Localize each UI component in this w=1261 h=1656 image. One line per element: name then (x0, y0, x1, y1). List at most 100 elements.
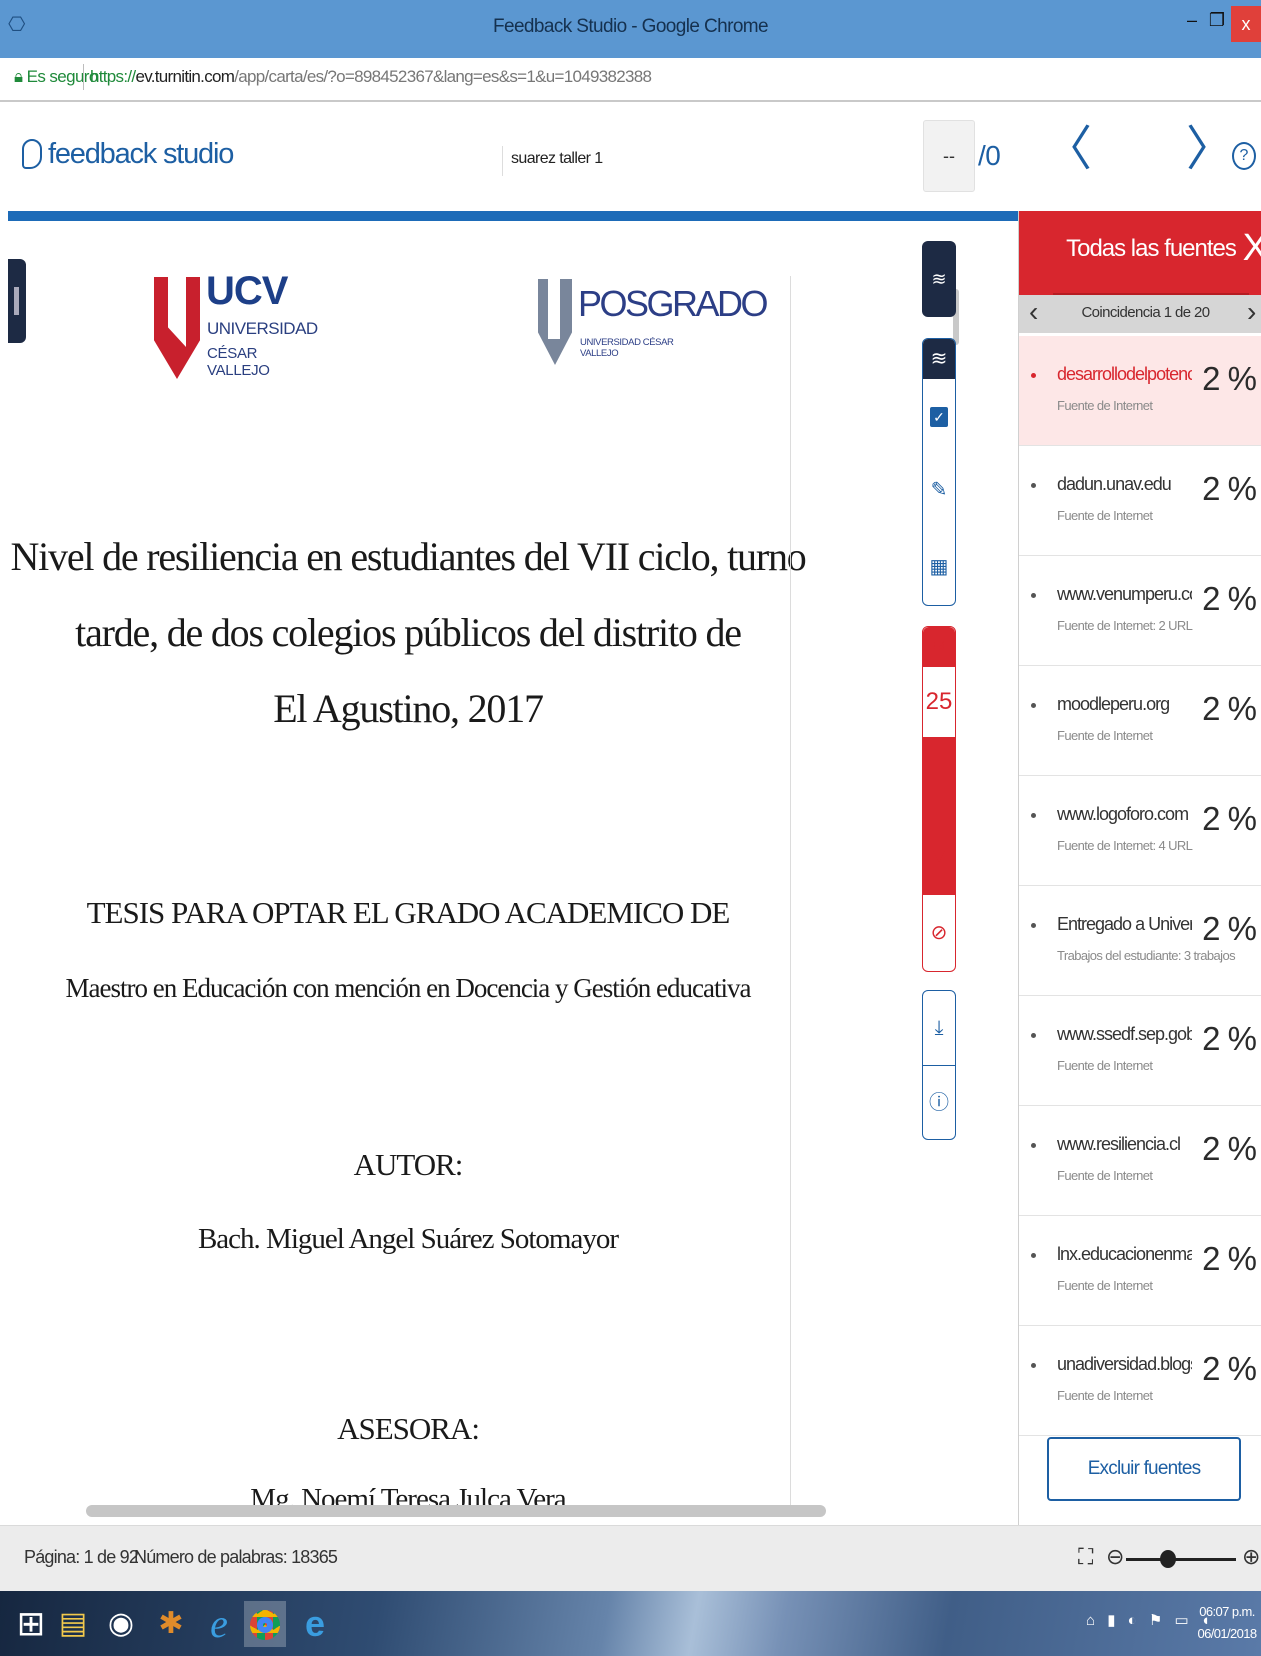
horizontal-scrollbar[interactable] (86, 1505, 826, 1517)
zoom-slider-track[interactable] (1126, 1558, 1236, 1561)
minimize-button[interactable]: – (1179, 10, 1205, 40)
source-kind: Trabajos del estudiante: 3 trabajos (1057, 948, 1236, 963)
source-item[interactable]: desarrollodelpotencial... Fuente de Inter… (1019, 336, 1261, 446)
source-item[interactable]: www.ssedf.sep.gob.mx Fuente de Internet 2 … (1019, 996, 1261, 1106)
source-percent: 2 % (1202, 580, 1257, 617)
side-drawer-handle[interactable] (8, 259, 26, 343)
grid-icon: ▦ (929, 556, 949, 578)
url-text[interactable]: https://ev.turnitin.com/app/carta/es/?o=… (90, 67, 652, 87)
similarity-score-button[interactable]: 25 (923, 667, 955, 737)
bullet-icon (1031, 373, 1036, 378)
source-item[interactable]: moodleperu.org Fuente de Internet 2 % (1019, 666, 1261, 776)
zoom-slider-handle[interactable] (1160, 1550, 1176, 1568)
camera-app-icon[interactable]: ◉ (100, 1601, 142, 1647)
similarity-score: 25 (925, 688, 953, 715)
page-edge (790, 276, 791, 1516)
match-next-chevron-icon[interactable]: › (1247, 297, 1256, 327)
exclude-sources-button[interactable]: Excluir fuentes (1047, 1437, 1241, 1501)
panel-header: Todas las fuentes X (1019, 211, 1261, 295)
source-item[interactable]: www.logoforo.com Fuente de Internet: 4 UR… (1019, 776, 1261, 886)
zoom-out-icon[interactable]: ⊖ (1106, 1544, 1124, 1570)
restore-button[interactable]: ❐ (1205, 10, 1229, 40)
match-overview-button[interactable]: ☰ (923, 737, 955, 817)
internet-explorer-icon[interactable]: e (198, 1601, 240, 1647)
source-item[interactable]: unadiversidad.blogspot... Fuente de Inter… (1019, 1326, 1261, 1436)
filter-button[interactable]: ▼ (923, 817, 955, 895)
posgrado-logo: POSGRADO UNIVERSIDAD CÉSAR VALLEJO (538, 279, 769, 375)
file-explorer-icon[interactable]: ▤ (52, 1601, 94, 1647)
grading-check-button[interactable]: ✓ (923, 379, 955, 453)
windows-taskbar: ⊞ ▤ ◉ ✱ e e ⌂ ▮ ◐ ⚑ ▭ ◖ 06:07 p.m. 06/01… (0, 1591, 1261, 1656)
degree-line-1: TESIS PARA OPTAR EL GRADO ACADEMICO DE (86, 895, 731, 930)
source-kind: Fuente de Internet (1057, 1168, 1153, 1183)
info-button[interactable]: ⓘ (923, 1065, 955, 1139)
source-item[interactable]: www.venumperu.com Fuente de Internet: 2 U… (1019, 556, 1261, 666)
similarity-layer-button[interactable]: ≋ (923, 627, 955, 667)
zoom-in-icon[interactable]: ⊕ (1242, 1544, 1260, 1570)
bullet-icon (1031, 593, 1036, 598)
layers-toolbar-button[interactable]: ≋ (922, 241, 956, 317)
author-name: Bach. Miguel Angel Suárez Sotomayor (197, 1223, 619, 1255)
address-bar[interactable]: 🔒︎ Es seguro https://ev.turnitin.com/app… (0, 58, 1261, 102)
thesis-title-line-3: El Agustino, 2017 (273, 686, 544, 731)
match-prev-chevron-icon[interactable]: ‹ (1029, 297, 1038, 327)
document-title: suarez taller 1 (502, 146, 603, 176)
windows-start-icon[interactable]: ⊞ (10, 1601, 52, 1647)
document-viewer[interactable]: UCV UNIVERSIDAD CÉSAR VALLEJO POSGRADO U… (8, 221, 964, 1525)
bullet-icon (1031, 1033, 1036, 1038)
exclude-icon: ⊘ (930, 922, 948, 944)
feedback-studio-logo[interactable]: feedback studio (22, 138, 234, 171)
source-kind: Fuente de Internet (1057, 508, 1153, 523)
bullet-icon (1031, 813, 1036, 818)
edit-comment-button[interactable]: ✎ (923, 453, 955, 527)
source-percent: 2 % (1202, 910, 1257, 947)
edit-icon: ✎ (930, 479, 948, 501)
info-icon: ⓘ (929, 1092, 949, 1114)
window-title: Feedback Studio - Google Chrome (492, 16, 769, 37)
sources-panel: Todas las fuentes X ‹ Coincidencia 1 de … (1018, 211, 1261, 1525)
url-path: /app/carta/es/?o=898452367&lang=es&s=1&u… (234, 67, 652, 86)
source-name: moodleperu.org (1057, 694, 1170, 714)
source-item[interactable]: www.resiliencia.cl Fuente de Internet 2 % (1019, 1106, 1261, 1216)
fit-to-page-icon[interactable]: ⛶ (1078, 1544, 1093, 1570)
match-counter: Coincidencia 1 de 20 (1081, 304, 1210, 321)
ucv-logo-line1: UNIVERSIDAD (207, 319, 318, 338)
thesis-title: Nivel de resiliencia en estudiantes del … (8, 519, 808, 747)
file-tool-group: ⤓ ⓘ (922, 990, 956, 1140)
page-number-input[interactable]: -- (923, 120, 975, 192)
ucv-logo: UCV UNIVERSIDAD CÉSAR VALLEJO (154, 269, 318, 387)
puzzle-app-icon[interactable]: ✱ (150, 1601, 192, 1647)
secure-indicator[interactable]: 🔒︎ Es seguro (14, 67, 98, 87)
source-percent: 2 % (1202, 800, 1257, 837)
download-button[interactable]: ⤓ (923, 991, 955, 1065)
filter-icon: ▼ (929, 845, 949, 867)
source-kind: Fuente de Internet: 4 URL (1057, 838, 1193, 853)
source-item[interactable]: Entregado a Universida... Trabajos del es… (1019, 886, 1261, 996)
close-window-button[interactable]: x (1231, 6, 1261, 42)
advisor-label: ASESORA: (337, 1411, 480, 1446)
source-kind: Fuente de Internet (1057, 728, 1153, 743)
word-count-status: Número de palabras: 18365 (134, 1547, 338, 1567)
layers-icon: ≋ (932, 638, 946, 655)
help-icon[interactable]: ? (1232, 142, 1256, 170)
layers-icon: ≋ (931, 269, 947, 289)
chrome-icon[interactable] (244, 1601, 286, 1647)
rubric-grid-button[interactable]: ▦ (923, 527, 955, 607)
edge-icon[interactable]: e (294, 1601, 336, 1647)
source-percent: 2 % (1202, 1020, 1257, 1057)
source-list: desarrollodelpotencial... Fuente de Inter… (1019, 336, 1261, 1436)
next-paper-chevron-icon[interactable]: 〉 (1186, 126, 1234, 174)
bullet-icon (1031, 1363, 1036, 1368)
source-item[interactable]: dadun.unav.edu Fuente de Internet 2 % (1019, 446, 1261, 556)
source-item[interactable]: lnx.educacionenmalag... Fuente de Interne… (1019, 1216, 1261, 1326)
taskbar-clock[interactable]: 06:07 p.m. 06/01/2018 (1193, 1601, 1261, 1645)
bullet-icon (1031, 1253, 1036, 1258)
turnitin-logo-icon (22, 139, 42, 169)
similarity-tool-group: ≋ 25 ☰ ▼ ⊘ (922, 626, 956, 972)
exclude-button[interactable]: ⊘ (923, 895, 955, 971)
source-name: www.logoforo.com (1057, 804, 1189, 824)
panel-close-icon[interactable]: X (1243, 227, 1261, 270)
previous-paper-chevron-icon[interactable]: 〈 (1044, 126, 1092, 174)
posgrado-logo-sub: UNIVERSIDAD CÉSAR VALLEJO (580, 337, 674, 359)
grading-layer-button[interactable]: ≋ (923, 339, 955, 379)
